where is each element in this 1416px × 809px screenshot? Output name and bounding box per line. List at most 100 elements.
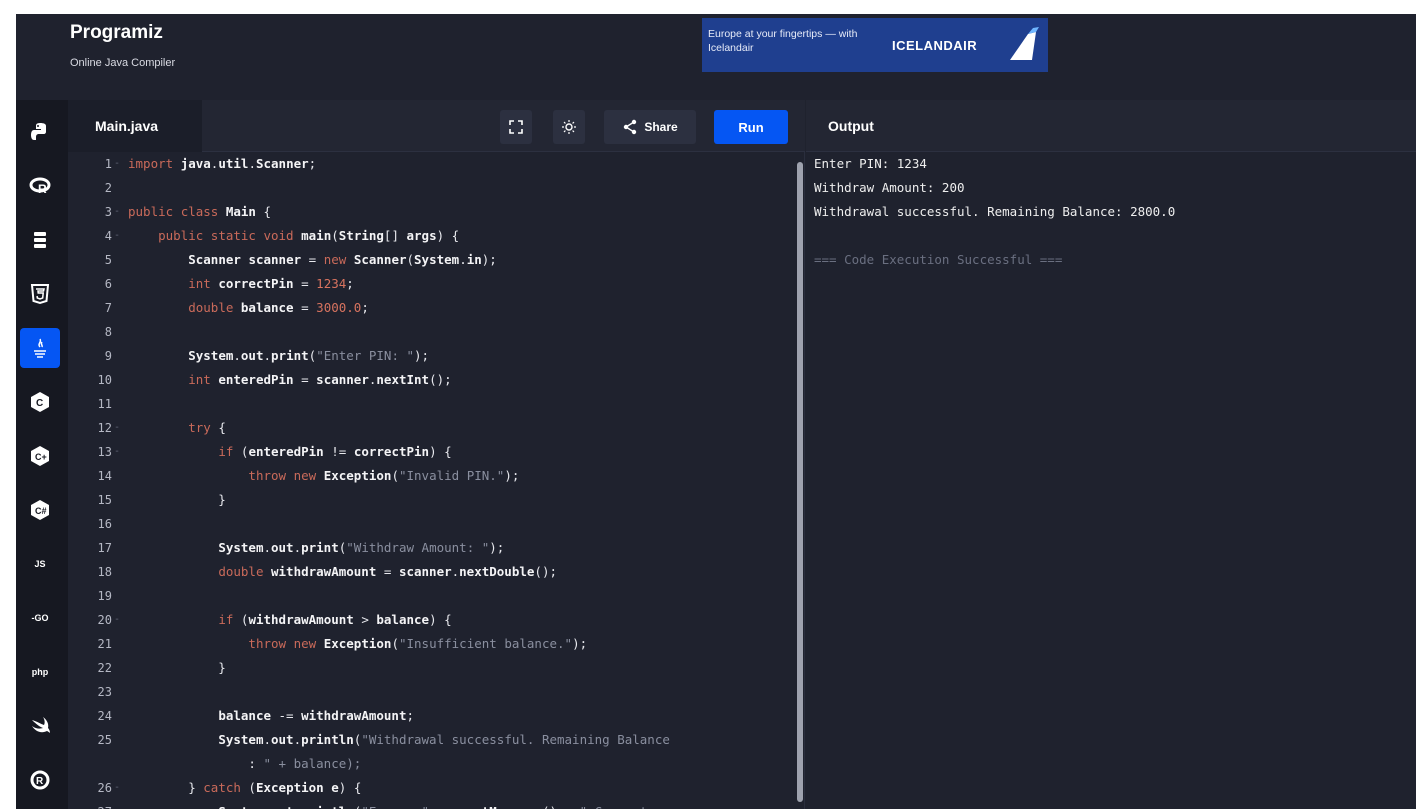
fold-marker[interactable]: - bbox=[114, 224, 120, 248]
output-line: Enter PIN: 1234 bbox=[814, 156, 927, 171]
airplane-tail-icon bbox=[1010, 27, 1039, 60]
output-line: Withdrawal successful. Remaining Balance… bbox=[814, 204, 1176, 219]
fold-marker[interactable]: - bbox=[114, 152, 120, 176]
code-line[interactable]: 22 } bbox=[68, 656, 803, 680]
line-number: 13 bbox=[97, 445, 112, 459]
code-text: public static void main(String[] args) { bbox=[158, 228, 460, 243]
cpp-icon: C+ bbox=[31, 446, 49, 466]
code-editor-panel: Main.java Share Run 1- import java.util.S… bbox=[68, 100, 805, 809]
compiler-app: Programiz Online Java Compiler Europe at… bbox=[16, 14, 1416, 809]
sidebar-item-c[interactable]: C bbox=[20, 382, 60, 422]
code-line[interactable]: 7 double balance = 3000.0; bbox=[68, 296, 803, 320]
sun-icon bbox=[562, 120, 576, 134]
fullscreen-icon bbox=[509, 120, 523, 134]
fold-marker[interactable]: - bbox=[114, 200, 120, 224]
code-line[interactable]: 17 System.out.print("Withdraw Amount: ")… bbox=[68, 536, 803, 560]
code-text: System.out.print("Enter PIN: "); bbox=[188, 348, 430, 363]
code-line[interactable]: 10 int enteredPin = scanner.nextInt(); bbox=[68, 368, 803, 392]
fold-marker[interactable]: - bbox=[114, 776, 120, 800]
line-number: 22 bbox=[97, 661, 112, 675]
sidebar-item-go[interactable]: -GO bbox=[20, 598, 60, 638]
fold-marker[interactable]: - bbox=[114, 440, 120, 464]
code-text: double withdrawAmount = scanner.nextDoub… bbox=[218, 564, 557, 579]
code-text: System.out.print("Withdraw Amount: "); bbox=[218, 540, 505, 555]
output-line: Withdraw Amount: 200 bbox=[814, 180, 965, 195]
sidebar-item-javascript[interactable]: JS bbox=[20, 544, 60, 584]
code-text: int correctPin = 1234; bbox=[188, 276, 354, 291]
html5-icon bbox=[30, 284, 50, 305]
code-line[interactable]: 6 int correctPin = 1234; bbox=[68, 272, 803, 296]
sidebar-item-sql[interactable] bbox=[20, 220, 60, 260]
run-button[interactable]: Run bbox=[714, 110, 788, 144]
fold-marker[interactable]: - bbox=[114, 416, 120, 440]
output-title: Output bbox=[806, 100, 1416, 152]
share-button[interactable]: Share bbox=[604, 110, 696, 144]
rust-icon: R bbox=[30, 770, 50, 790]
line-number: 12 bbox=[97, 421, 112, 435]
code-text: public class Main { bbox=[128, 204, 272, 219]
editor-toolbar: Main.java Share Run bbox=[68, 100, 805, 152]
share-icon bbox=[624, 119, 637, 135]
code-line[interactable]: 13- if (enteredPin != correctPin) { bbox=[68, 440, 803, 464]
code-area[interactable]: 1- import java.util.Scanner; 2 3- public cla… bbox=[68, 152, 805, 809]
ad-banner[interactable]: Europe at your fingertips — with Iceland… bbox=[702, 18, 1048, 72]
r-icon: R bbox=[29, 177, 51, 196]
sidebar-item-python[interactable] bbox=[20, 112, 60, 152]
sidebar-item-php[interactable]: php bbox=[20, 652, 60, 692]
code-text: } bbox=[128, 492, 226, 507]
code-text: System.out.println("Withdrawal successfu… bbox=[218, 732, 670, 747]
line-number: 23 bbox=[97, 685, 112, 699]
code-line[interactable]: 2 bbox=[68, 176, 803, 200]
line-number: 14 bbox=[97, 469, 112, 483]
code-line[interactable]: 9 System.out.print("Enter PIN: "); bbox=[68, 344, 803, 368]
theme-toggle-button[interactable] bbox=[553, 110, 585, 144]
code-line[interactable]: 27 System.out.println("Error: " + e.getM… bbox=[68, 800, 803, 809]
code-line[interactable]: 25 System.out.println("Withdrawal succes… bbox=[68, 728, 803, 752]
line-number: 9 bbox=[104, 349, 112, 363]
svg-text:C: C bbox=[36, 398, 43, 409]
programiz-logo[interactable]: Programiz bbox=[70, 22, 163, 44]
code-line[interactable]: : " + balance); bbox=[68, 752, 803, 776]
code-line[interactable]: 26- } catch (Exception e) { bbox=[68, 776, 803, 800]
code-line[interactable]: 4- public static void main(String[] args… bbox=[68, 224, 803, 248]
line-number: 24 bbox=[97, 709, 112, 723]
svg-text:C+: C+ bbox=[35, 452, 47, 462]
code-line[interactable]: 23 bbox=[68, 680, 803, 704]
code-line[interactable]: 24 balance -= withdrawAmount; bbox=[68, 704, 803, 728]
code-line[interactable]: 8 bbox=[68, 320, 803, 344]
sidebar-item-java[interactable] bbox=[20, 328, 60, 368]
fullscreen-button[interactable] bbox=[500, 110, 532, 144]
output-console[interactable]: Enter PIN: 1234 Withdraw Amount: 200 Withd… bbox=[814, 152, 1414, 272]
code-line[interactable]: 3- public class Main { bbox=[68, 200, 803, 224]
sidebar-item-swift[interactable] bbox=[20, 706, 60, 746]
sidebar-item-csharp[interactable]: C# bbox=[20, 490, 60, 530]
code-line[interactable]: 19 bbox=[68, 584, 803, 608]
sidebar-item-rust[interactable]: R bbox=[20, 760, 60, 800]
sidebar-item-r[interactable]: R bbox=[20, 166, 60, 206]
fold-marker[interactable]: - bbox=[114, 608, 120, 632]
code-line[interactable]: 15 } bbox=[68, 488, 803, 512]
code-line[interactable]: 16 bbox=[68, 512, 803, 536]
code-line[interactable]: 21 throw new Exception("Insufficient bal… bbox=[68, 632, 803, 656]
editor-scrollbar[interactable] bbox=[797, 162, 803, 802]
code-line[interactable]: 20- if (withdrawAmount > balance) { bbox=[68, 608, 803, 632]
line-number: 17 bbox=[97, 541, 112, 555]
sidebar-item-cpp[interactable]: C+ bbox=[20, 436, 60, 476]
line-number: 2 bbox=[104, 181, 112, 195]
line-number: 18 bbox=[97, 565, 112, 579]
output-line: === Code Execution Successful === bbox=[814, 252, 1063, 267]
c-icon: C bbox=[31, 392, 49, 412]
code-line[interactable]: 12- try { bbox=[68, 416, 803, 440]
file-tab-main-java[interactable]: Main.java bbox=[68, 100, 202, 152]
code-line[interactable]: 14 throw new Exception("Invalid PIN."); bbox=[68, 464, 803, 488]
ad-brand: ICELANDAIR bbox=[892, 38, 978, 53]
python-icon bbox=[31, 123, 46, 140]
sidebar-item-html[interactable] bbox=[20, 274, 60, 314]
database-icon bbox=[34, 232, 46, 248]
code-line[interactable]: 5 Scanner scanner = new Scanner(System.i… bbox=[68, 248, 803, 272]
code-line[interactable]: 1- import java.util.Scanner; bbox=[68, 152, 803, 176]
code-line[interactable]: 11 bbox=[68, 392, 803, 416]
line-number: 16 bbox=[97, 517, 112, 531]
code-line[interactable]: 18 double withdrawAmount = scanner.nextD… bbox=[68, 560, 803, 584]
